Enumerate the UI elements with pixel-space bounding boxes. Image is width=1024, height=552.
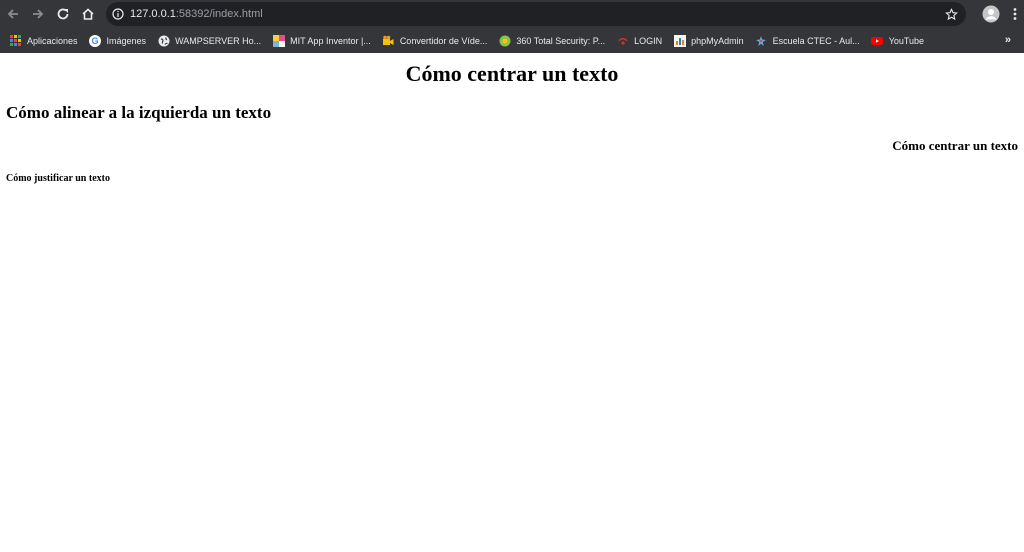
- bookmark-label: Aplicaciones: [27, 35, 78, 46]
- bookmark-phpmyadmin[interactable]: phpMyAdmin: [673, 34, 744, 47]
- ctec-icon: [755, 34, 768, 47]
- bookmark-convertidor[interactable]: Convertidor de Víde...: [382, 34, 488, 47]
- address-url: 127.0.0.1:58392/index.html: [130, 8, 263, 20]
- bookmark-label: MIT App Inventor |...: [290, 35, 371, 46]
- arrow-right-icon: [33, 9, 44, 19]
- bookmark-escuela-ctec[interactable]: Escuela CTEC - Aul...: [755, 34, 860, 47]
- apps-grid-icon: [9, 34, 22, 47]
- bookmark-youtube[interactable]: YouTube: [871, 34, 924, 47]
- login-icon: [616, 34, 629, 47]
- 360-security-icon: [498, 34, 511, 47]
- bookmark-imagenes[interactable]: G Imágenes: [89, 34, 147, 47]
- heading-right-aligned: Cómo centrar un texto: [892, 138, 1018, 153]
- heading-centered: Cómo centrar un texto: [405, 61, 619, 86]
- bookmark-label: WAMPSERVER Ho...: [175, 35, 262, 46]
- bookmark-label: Convertidor de Víde...: [399, 35, 488, 46]
- mit-app-inventor-icon: [272, 34, 285, 47]
- reload-button[interactable]: [51, 2, 75, 26]
- bookmark-login[interactable]: LOGIN: [616, 34, 662, 47]
- forward-button[interactable]: [26, 2, 50, 26]
- menu-dots-icon[interactable]: [1012, 7, 1018, 21]
- star-icon[interactable]: [945, 7, 958, 21]
- bookmark-label: phpMyAdmin: [691, 35, 744, 46]
- reload-icon: [57, 8, 69, 20]
- avatar-icon[interactable]: [982, 5, 1000, 23]
- arrow-left-icon: [7, 9, 18, 19]
- phpmyadmin-icon: [673, 34, 686, 47]
- home-button[interactable]: [76, 2, 100, 26]
- back-button[interactable]: [1, 2, 25, 26]
- bookmark-label: 360 Total Security: P...: [516, 35, 606, 46]
- bookmark-wampserver[interactable]: WAMPSERVER Ho...: [157, 34, 261, 47]
- bookmark-aplicaciones[interactable]: Aplicaciones: [9, 34, 78, 47]
- url-host: 127.0.0.1: [130, 8, 176, 20]
- globe-icon: [157, 34, 170, 47]
- url-path: :58392/index.html: [175, 8, 263, 20]
- bookmarks-overflow-button[interactable]: »: [1005, 34, 1011, 46]
- info-icon: [112, 8, 124, 20]
- video-converter-icon: [382, 34, 395, 47]
- bookmark-360-security[interactable]: 360 Total Security: P...: [498, 34, 605, 47]
- bookmark-label: Escuela CTEC - Aul...: [772, 35, 860, 46]
- page-content: Cómo centrar un texto Cómo alinear a la …: [0, 53, 1024, 552]
- bookmarks-bar: Aplicaciones G Imágenes WAMPSERVER Ho...…: [0, 28, 1024, 53]
- heading-justified: Cómo justificar un texto: [6, 173, 110, 184]
- browser-toolbar: 127.0.0.1:58392/index.html: [0, 0, 1024, 28]
- svg-text:G: G: [92, 36, 99, 46]
- home-icon: [82, 8, 94, 20]
- heading-left-aligned: Cómo alinear a la izquierda un texto: [6, 103, 272, 122]
- bookmark-label: Imágenes: [106, 35, 147, 46]
- google-icon: G: [89, 34, 102, 47]
- address-bar[interactable]: 127.0.0.1:58392/index.html: [106, 2, 966, 26]
- browser-chrome: 127.0.0.1:58392/index.html Aplicaciones …: [0, 0, 1024, 53]
- toolbar-right: [982, 5, 1024, 23]
- bookmark-label: LOGIN: [634, 35, 663, 46]
- bookmark-mit-app-inventor[interactable]: MIT App Inventor |...: [272, 34, 371, 47]
- bookmark-label: YouTube: [888, 35, 925, 46]
- youtube-icon: [871, 34, 884, 47]
